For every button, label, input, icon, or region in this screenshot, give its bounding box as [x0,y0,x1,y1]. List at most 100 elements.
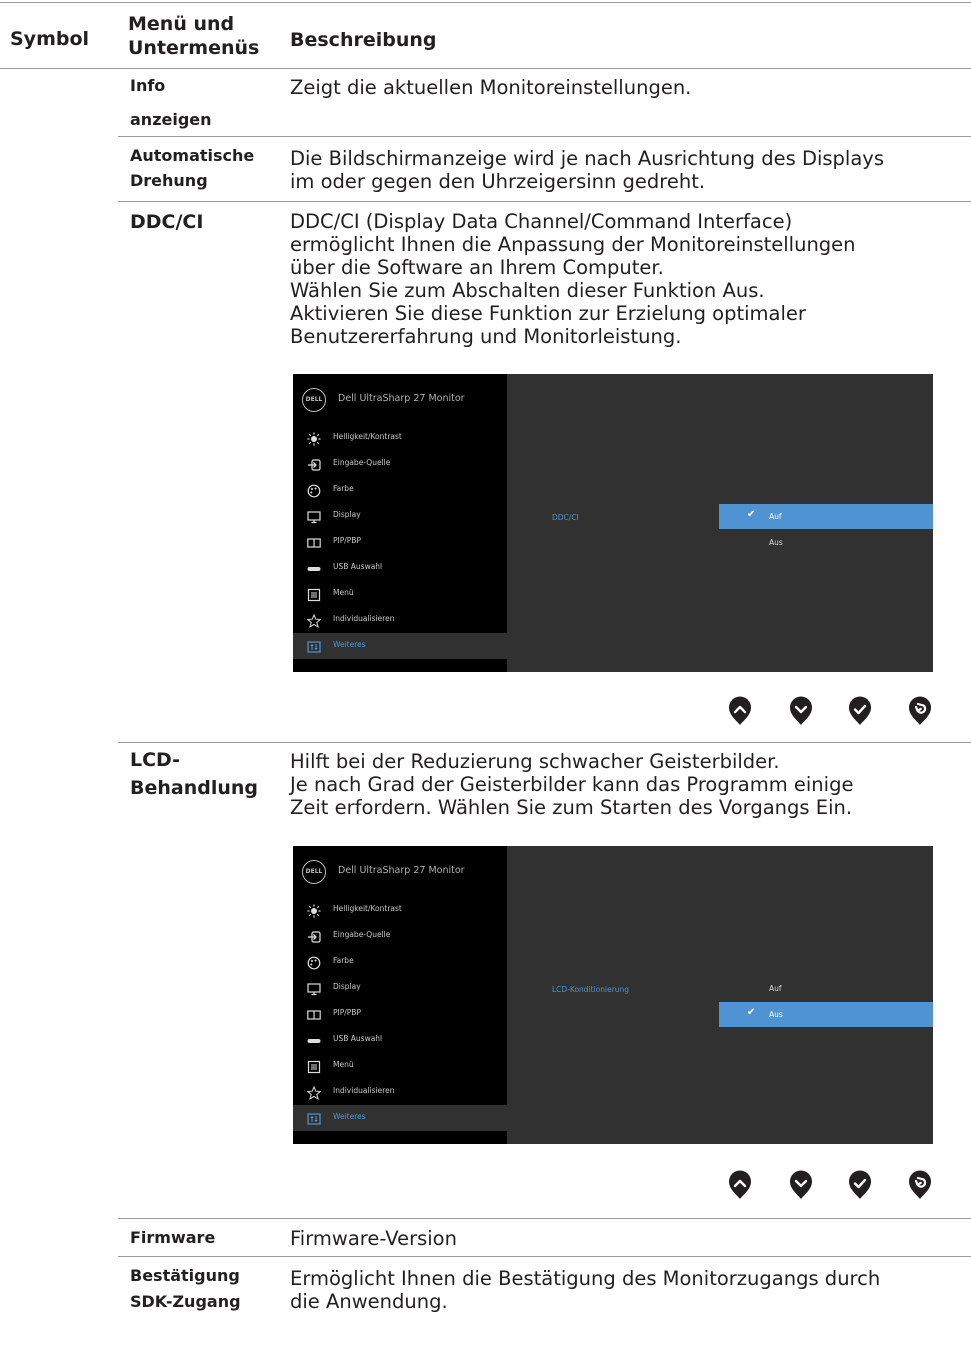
osd-menu-item: Weiteres [293,633,507,659]
osd-menu-item: PIP/PBP [293,1001,507,1027]
osd-menu-item: Farbe [293,949,507,975]
up-button-icon [729,1170,751,1199]
menu-icon [307,1059,321,1074]
row-info-description: Zeigt die aktuellen Monitoreinstellungen… [290,76,692,99]
osd-menu-item-label: PIP/PBP [333,536,361,545]
header-description: Beschreibung [290,29,437,51]
pip-pbp-icon [307,535,321,549]
star-icon [306,613,322,628]
osd-option: Auf [719,976,933,1001]
osd-menu-item-label: Weiteres [333,640,366,649]
osd-menu-item: Eingabe-Quelle [293,451,507,477]
osd-menu-item: Eingabe-Quelle [293,923,507,949]
checkmark-icon: ✔ [747,509,756,520]
osd-parameter-label: DDC/CI [552,513,579,522]
color-palette-icon [307,955,321,970]
osd-menu-item: USB Auswahl [293,1027,507,1053]
osd-menu-item-label: Helligkeit/Kontrast [333,904,402,913]
checkmark-icon: ✔ [747,1007,756,1018]
row-rotation-menu-line1: Automatische [130,146,255,165]
osd-menu-item-label: Farbe [333,956,354,965]
row-lcd-menu-line2: Behandlung [130,777,259,799]
osd-screenshot-lcd: DELL Dell UltraSharp 27 Monitor Helligkeit… [293,846,933,1144]
dell-logo: DELL [302,860,326,884]
osd-menu-item-label: Individualisieren [333,1086,395,1095]
ok-button-icon [849,696,871,725]
row-divider [118,1256,971,1257]
osd-model-name: Dell UltraSharp 27 Monitor [338,865,465,876]
osd-option-label: Aus [769,538,783,547]
brightness-icon [307,431,321,446]
header-top-rule [0,2,971,3]
row-divider [118,742,971,743]
osd-screenshot-ddcci: DELL Dell UltraSharp 27 Monitor Helligkeit… [293,374,933,672]
osd-menu-item: Farbe [293,477,507,503]
osd-option-label: Auf [769,512,782,521]
osd-option: Aus [719,530,933,555]
osd-menu-item: Menü [293,1053,507,1079]
usb-icon [307,1033,321,1047]
osd-menu-item: Helligkeit/Kontrast [293,897,507,923]
osd-menu-item: Weiteres [293,1105,507,1131]
row-firmware-menu: Firmware [130,1228,216,1247]
usb-icon [307,561,321,575]
menu-icon [307,587,321,602]
osd-menu-item-label: Eingabe-Quelle [333,458,391,467]
display-icon [307,509,321,524]
others-icon [307,1111,321,1125]
header-bottom-rule [0,68,971,69]
osd-option: ✔ Auf [719,504,933,529]
row-ddcci-menu: DDC/CI [130,211,204,233]
input-source-icon [307,929,321,943]
osd-option-label: Auf [769,984,782,993]
row-sdk-description: Ermöglicht Ihnen die Bestätigung des Mon… [290,1267,881,1313]
osd-menu-item-label: Individualisieren [333,614,395,623]
header-menu-line2: Untermenüs [128,37,260,59]
header-symbol: Symbol [10,28,90,50]
row-rotation-description: Die Bildschirmanzeige wird je nach Ausri… [290,147,884,193]
osd-parameter-label: LCD-Konditionierung [552,985,630,994]
osd-menu-item: Display [293,503,507,529]
down-button-icon [790,696,812,725]
row-sdk-menu-line1: Bestätigung [130,1266,240,1285]
osd-model-name: Dell UltraSharp 27 Monitor [338,393,465,404]
osd-menu-item: Individualisieren [293,1079,507,1105]
osd-option: ✔ Aus [719,1002,933,1027]
row-info-menu-line1: Info [130,76,166,95]
display-icon [307,981,321,996]
osd-menu-item-label: USB Auswahl [333,1034,383,1043]
star-icon [306,1085,322,1100]
back-button-icon [909,696,931,725]
row-sdk-menu-line2: SDK-Zugang [130,1292,241,1311]
row-lcd-description: Hilft bei der Reduzierung schwacher Geis… [290,750,854,819]
header-menu-line1: Menü und [128,13,235,35]
brightness-icon [307,903,321,918]
row-divider [118,136,971,137]
osd-option-label: Aus [769,1010,783,1019]
row-rotation-menu-line2: Drehung [130,171,208,190]
row-lcd-menu-line1: LCD- [130,749,181,771]
row-ddcci-description: DDC/CI (Display Data Channel/Command Int… [290,210,856,348]
pip-pbp-icon [307,1007,321,1021]
row-divider [118,201,971,202]
osd-menu-item: Individualisieren [293,607,507,633]
input-source-icon [307,457,321,471]
osd-menu-item-label: Menü [333,588,354,597]
osd-menu-item-label: Farbe [333,484,354,493]
osd-menu-item-label: PIP/PBP [333,1008,361,1017]
back-button-icon [909,1170,931,1199]
osd-menu-item: USB Auswahl [293,555,507,581]
osd-menu-item-label: Display [333,982,361,991]
down-button-icon [790,1170,812,1199]
ok-button-icon [849,1170,871,1199]
osd-menu-item: PIP/PBP [293,529,507,555]
dell-logo: DELL [302,388,326,412]
up-button-icon [729,696,751,725]
osd-menu-item-label: Helligkeit/Kontrast [333,432,402,441]
osd-menu-item-label: USB Auswahl [333,562,383,571]
row-divider [118,1218,971,1219]
osd-menu-item-label: Eingabe-Quelle [333,930,391,939]
osd-menu-item: Helligkeit/Kontrast [293,425,507,451]
osd-menu-item-label: Weiteres [333,1112,366,1121]
osd-menu-item: Menü [293,581,507,607]
